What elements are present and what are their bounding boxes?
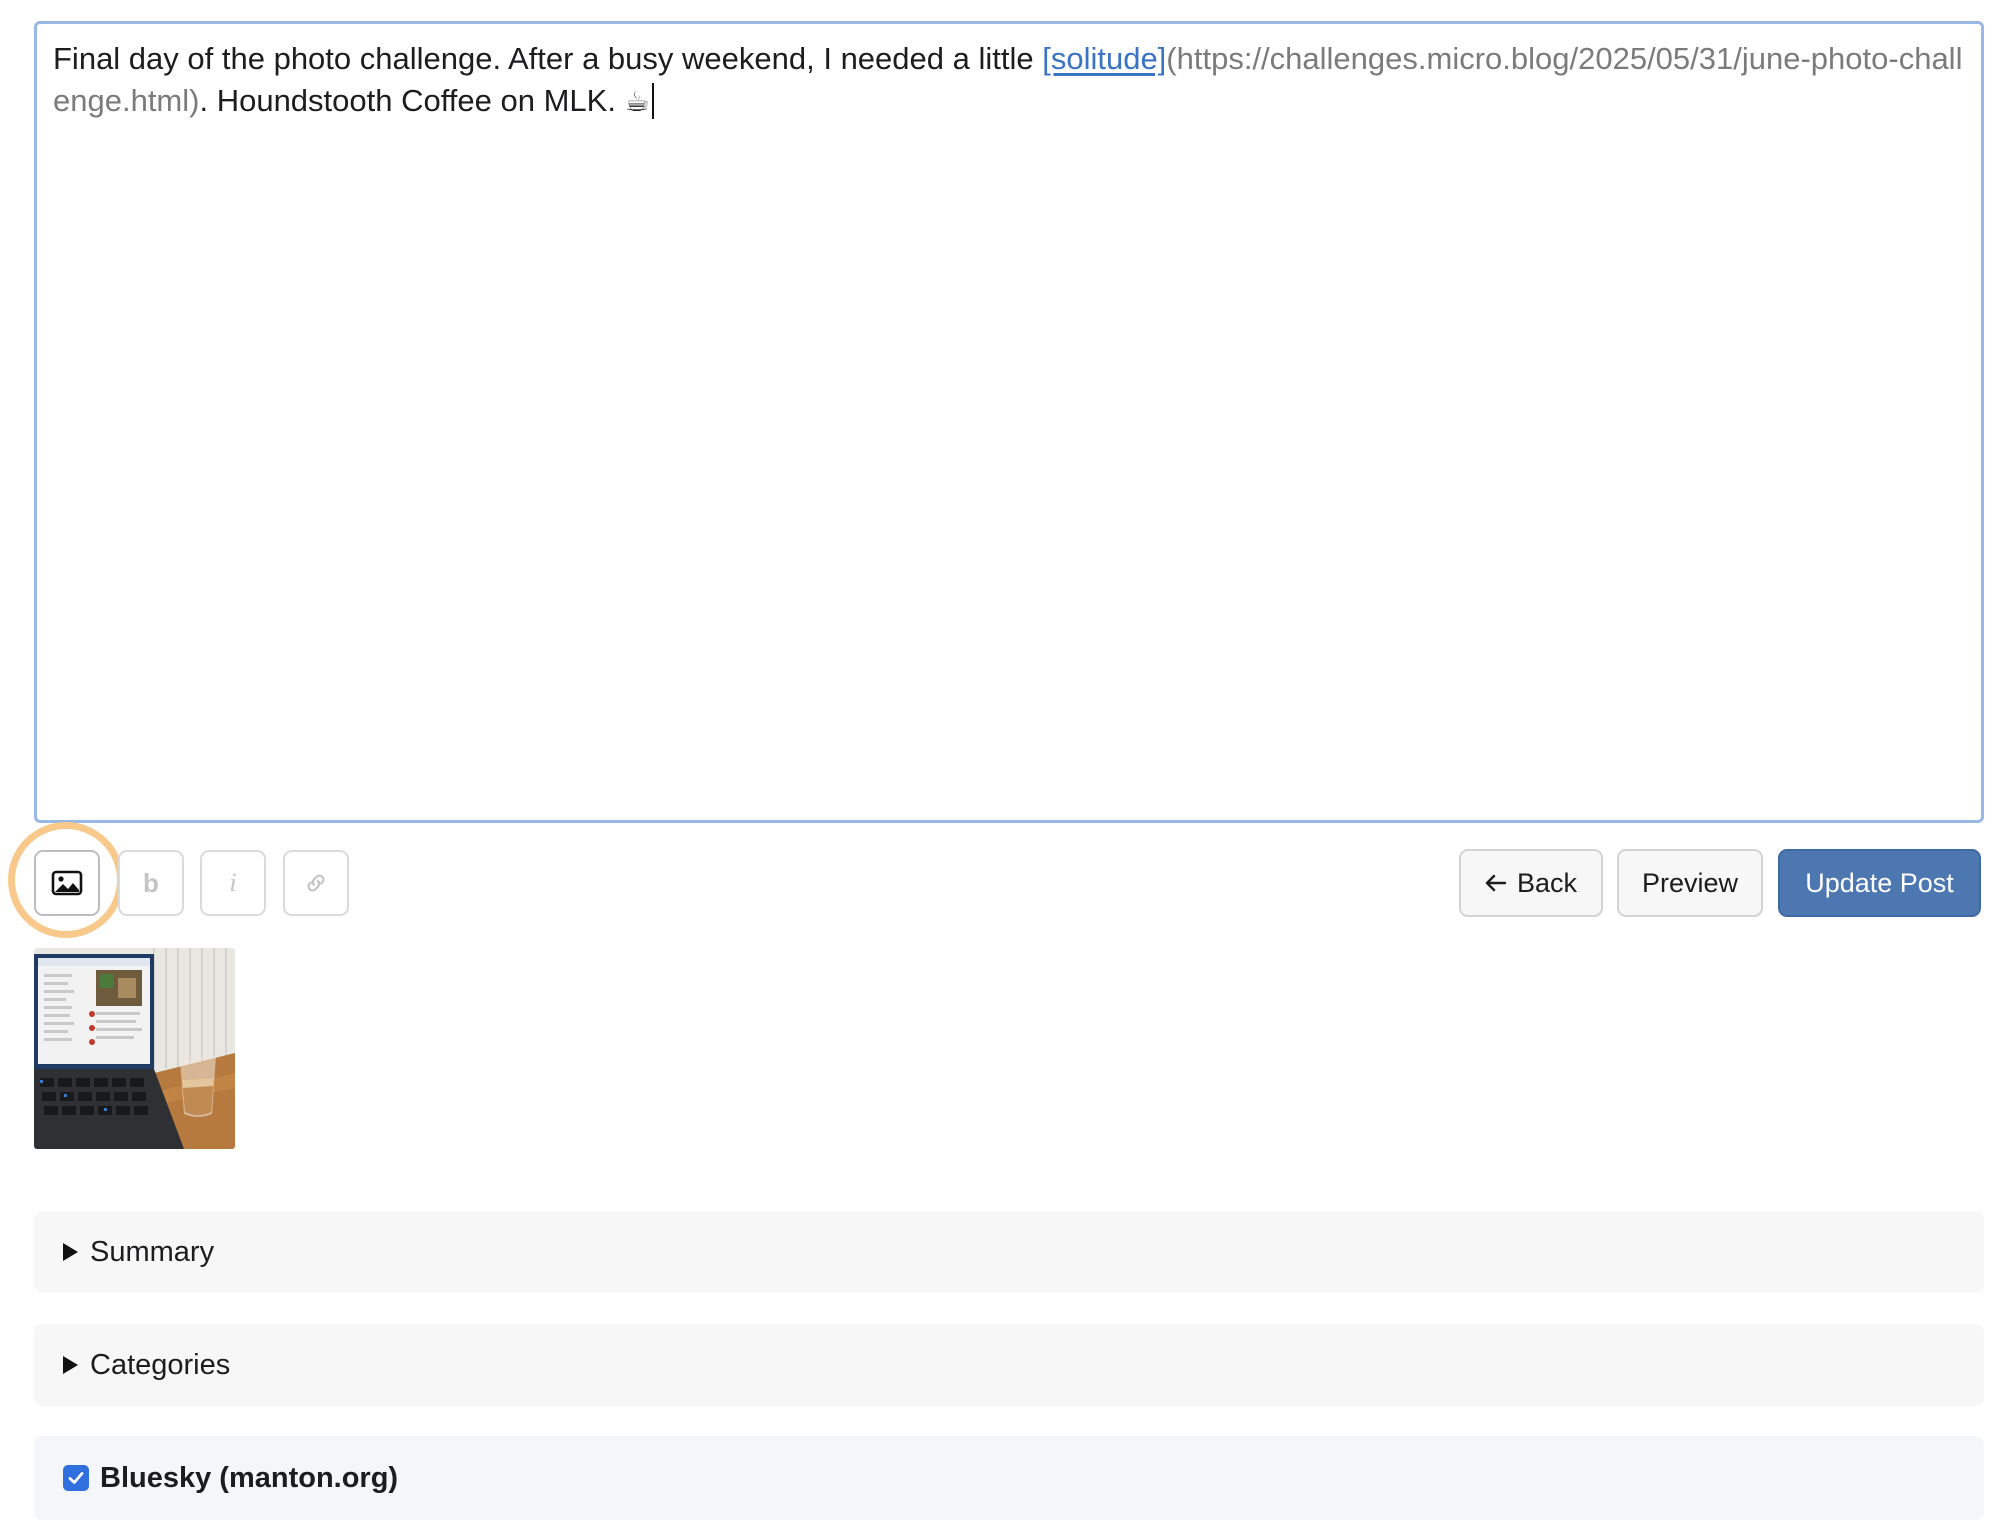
image-icon [51,870,83,896]
photo-thumbnail-image [34,948,235,1149]
back-label: Back [1516,867,1578,898]
categories-section[interactable]: Categories [34,1324,1984,1406]
update-post-button[interactable]: Update Post [1778,849,1981,917]
post-text-editor[interactable]: Final day of the photo challenge. After … [34,21,1984,823]
post-text-start: Final day of the photo challenge. After … [53,41,1043,76]
link-icon [307,874,325,892]
uploaded-photo-thumbnail[interactable] [34,948,235,1149]
bluesky-label[interactable]: Bluesky (manton.org) [100,1462,398,1495]
categories-label: Categories [90,1348,231,1381]
preview-label: Preview [1641,867,1739,898]
coffee-emoji: ☕ [624,85,650,118]
preview-button[interactable]: Preview [1617,849,1763,917]
back-button[interactable]: Back [1459,849,1603,917]
text-caret [651,83,654,119]
summary-label: Summary [90,1235,215,1268]
disclosure-triangle-icon [63,1356,78,1374]
italic-button[interactable]: i [200,850,266,916]
update-post-label: Update Post [1805,867,1954,898]
markdown-link-text[interactable]: [solitude] [1042,41,1166,76]
summary-section[interactable]: Summary [34,1211,1984,1293]
post-text-end: . Houndstooth Coffee on MLK. [199,83,625,118]
insert-image-button[interactable] [34,850,100,916]
arrow-left-icon [1485,874,1507,892]
post-editor-page: Final day of the photo challenge. After … [0,0,2000,1540]
insert-link-button[interactable] [283,850,349,916]
checkmark-icon [68,1472,84,1484]
bluesky-crosspost-section: Bluesky (manton.org) [34,1436,1984,1520]
bluesky-checkbox[interactable] [63,1465,89,1491]
disclosure-triangle-icon [63,1243,78,1261]
bold-button[interactable]: b [118,850,184,916]
